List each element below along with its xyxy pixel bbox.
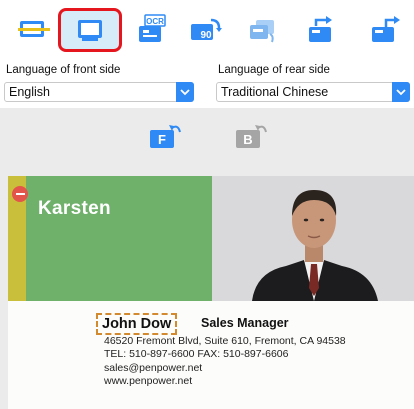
remove-card-button[interactable] bbox=[12, 186, 28, 202]
rear-language-label: Language of rear side bbox=[218, 64, 330, 76]
scan-button[interactable] bbox=[2, 8, 66, 52]
card-person-name[interactable]: John Dow bbox=[96, 313, 178, 335]
card-website: www.penpower.net bbox=[104, 375, 193, 387]
svg-text:OCR: OCR bbox=[146, 17, 164, 26]
person-photo bbox=[212, 176, 414, 301]
front-side-button[interactable]: F bbox=[148, 122, 181, 148]
front-language-label: Language of front side bbox=[6, 64, 121, 76]
card-phone-fax: TEL: 510-897-6600 FAX: 510-897-6606 bbox=[104, 348, 289, 360]
card-preview-area: Karsten John Dow Sales Manager 46520 Fre… bbox=[0, 168, 414, 409]
export-alt-button[interactable] bbox=[352, 8, 414, 52]
front-language-select[interactable]: English bbox=[4, 82, 194, 102]
export-alt-icon bbox=[372, 16, 400, 42]
card-email: sales@penpower.net bbox=[104, 362, 203, 374]
scan-icon bbox=[18, 21, 50, 37]
front-side-label: F bbox=[158, 132, 166, 147]
ocr-icon: OCR bbox=[139, 14, 166, 42]
card-company-name: Karsten bbox=[38, 198, 111, 219]
export-icon bbox=[309, 16, 332, 42]
rotate-90-icon: 90 bbox=[191, 18, 222, 41]
toolbar: OCR 90 bbox=[0, 0, 414, 58]
export-button[interactable] bbox=[288, 8, 352, 52]
card-green-panel bbox=[26, 176, 212, 301]
single-side-button[interactable] bbox=[58, 8, 122, 52]
svg-text:90: 90 bbox=[200, 30, 212, 41]
back-side-label: B bbox=[243, 132, 252, 147]
single-side-icon bbox=[78, 20, 102, 41]
flip-card-icon bbox=[250, 20, 274, 43]
flip-card-button[interactable] bbox=[230, 8, 294, 52]
chevron-down-icon bbox=[176, 82, 194, 102]
card-job-title: Sales Manager bbox=[201, 316, 289, 330]
card-address: 46520 Fremont Blvd, Suite 610, Fremont, … bbox=[104, 335, 346, 347]
business-card-image: Karsten John Dow Sales Manager 46520 Fre… bbox=[8, 176, 414, 409]
side-selector-bar: F B bbox=[0, 108, 414, 168]
rear-language-select[interactable]: Traditional Chinese bbox=[216, 82, 410, 102]
minus-icon bbox=[15, 193, 25, 195]
rotate-button[interactable]: 90 bbox=[173, 8, 237, 52]
front-language-value: English bbox=[9, 85, 50, 99]
ocr-button[interactable]: OCR bbox=[117, 8, 181, 52]
rear-language-value: Traditional Chinese bbox=[221, 85, 329, 99]
chevron-down-icon bbox=[392, 82, 410, 102]
back-side-button[interactable]: B bbox=[234, 122, 267, 148]
